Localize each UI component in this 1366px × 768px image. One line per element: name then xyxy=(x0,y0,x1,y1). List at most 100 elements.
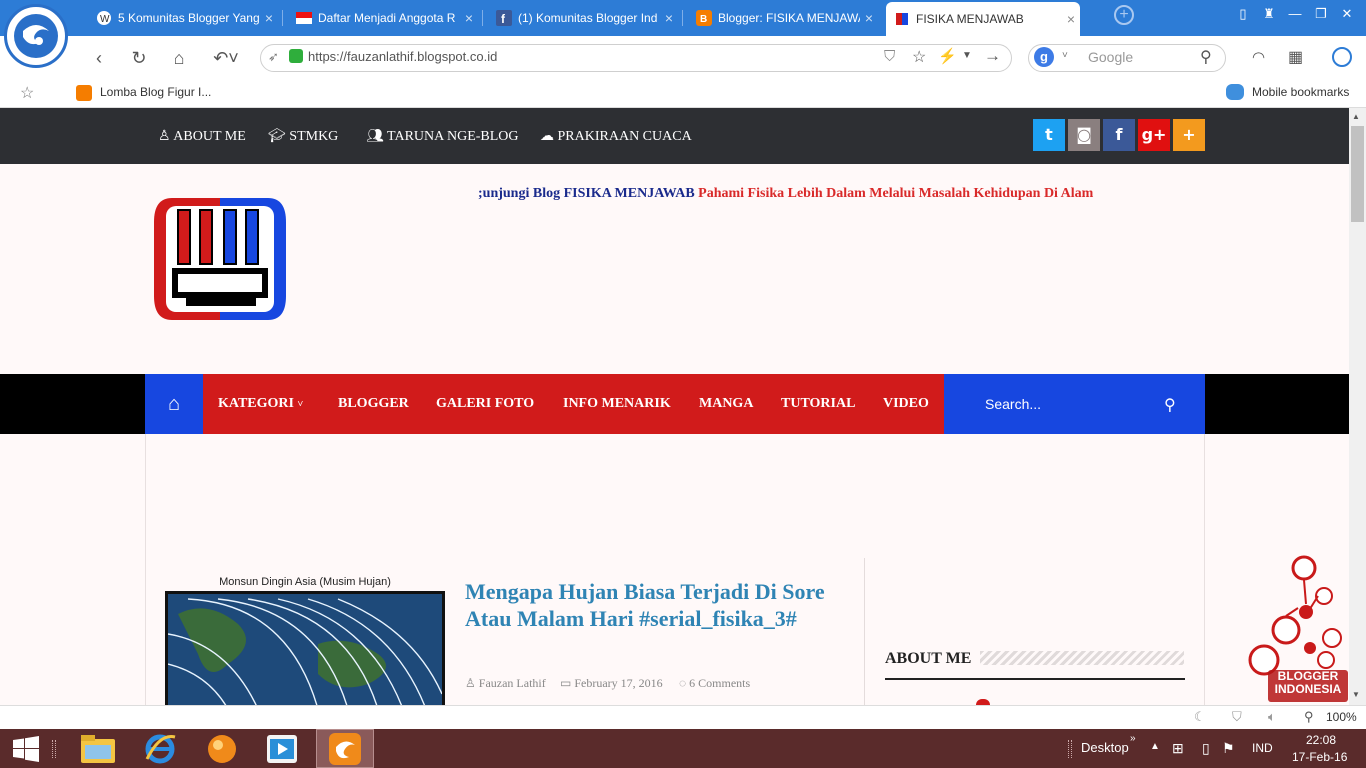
close-icon[interactable]: × xyxy=(860,10,878,26)
chevron-up-icon[interactable]: ▲ xyxy=(1150,741,1160,752)
close-icon[interactable]: × xyxy=(1062,11,1080,27)
maximize-button[interactable]: ❐ xyxy=(1310,6,1332,24)
uc-account-icon[interactable] xyxy=(1332,47,1352,67)
nav-prakiraan-cuaca[interactable]: ☁ PRAKIRAAN CUACA xyxy=(540,128,692,145)
wifi-icon[interactable]: ◠ xyxy=(1252,48,1265,66)
clock-date[interactable]: 17-Feb-16 xyxy=(1292,750,1347,764)
volume-icon[interactable]: 🔈︎ xyxy=(1268,709,1276,725)
lightning-icon[interactable]: ⚡ xyxy=(938,47,957,65)
mobile-bookmarks[interactable]: Mobile bookmarks xyxy=(1252,85,1349,99)
chevron-down-icon[interactable]: ˅ xyxy=(1062,50,1068,61)
tab-facebook[interactable]: f (1) Komunitas Blogger Ind × xyxy=(488,4,678,32)
media-player-icon[interactable] xyxy=(200,731,244,767)
shirt-icon[interactable]: ♜ xyxy=(1258,6,1280,24)
post-author[interactable]: ♙ Fauzan Lathif xyxy=(465,676,546,691)
instagram-icon[interactable]: ◙ xyxy=(1068,119,1100,151)
google-plus-icon[interactable]: g+ xyxy=(1138,119,1170,151)
battery-icon[interactable]: ▯ xyxy=(1202,740,1210,757)
facebook-icon: f xyxy=(496,10,512,26)
tab-title: Blogger: FISIKA MENJAWA xyxy=(718,11,860,25)
undo-button[interactable]: ↶˅ xyxy=(208,45,244,71)
minimize-button[interactable]: — xyxy=(1284,6,1306,24)
chevron-down-icon[interactable]: ▼ xyxy=(962,50,972,61)
nav-stmkg[interactable]: 🎓︎ STMKG xyxy=(268,128,338,145)
blogger-icon xyxy=(76,85,92,101)
nav-about-me[interactable]: ♙ ABOUT ME xyxy=(158,128,246,145)
bookmark-item[interactable]: Lomba Blog Figur I... xyxy=(100,85,211,99)
wordpress-icon: W xyxy=(96,10,112,26)
tab-wordpress[interactable]: W 5 Komunitas Blogger Yang × xyxy=(88,4,278,32)
heading-underline xyxy=(885,678,1185,680)
menu-blogger[interactable]: BLOGGER xyxy=(338,396,409,412)
lock-icon xyxy=(289,49,303,63)
nav-taruna-nge-blog[interactable]: 👥︎ TARUNA NGE-BLOG xyxy=(366,128,519,145)
badge-label: BLOGGER INDONESIA xyxy=(1274,669,1342,696)
rocket-icon: ➶ xyxy=(268,49,279,64)
search-icon[interactable]: ⚲ xyxy=(1200,47,1212,67)
site-search-input[interactable]: Search... xyxy=(985,396,1041,412)
sidebar-toggle-icon[interactable]: ▯ xyxy=(1232,6,1254,24)
file-explorer-icon[interactable] xyxy=(76,731,120,767)
scroll-up-icon[interactable]: ▲ xyxy=(1352,112,1360,121)
clock-time[interactable]: 22:08 xyxy=(1306,733,1336,747)
action-center-icon[interactable]: ⚑ xyxy=(1222,740,1235,757)
search-engine-input[interactable]: Google xyxy=(1088,49,1133,65)
url-text[interactable]: https://fauzanlathif.blogspot.co.id xyxy=(308,49,497,64)
apps-grid-icon[interactable]: ▦ xyxy=(1288,47,1303,67)
desktop-toolbar[interactable]: Desktop xyxy=(1081,740,1129,755)
close-icon[interactable]: × xyxy=(460,10,478,26)
video-player-icon[interactable] xyxy=(260,731,304,767)
new-tab-button[interactable]: + xyxy=(1114,5,1134,25)
back-button[interactable]: ‹ xyxy=(86,45,112,71)
internet-explorer-icon[interactable] xyxy=(138,731,182,767)
svg-text:B: B xyxy=(700,14,707,25)
sidebar-heading: ABOUT ME xyxy=(885,650,972,667)
tab-blogger[interactable]: B Blogger: FISIKA MENJAWA × xyxy=(688,4,878,32)
scrollbar-thumb[interactable] xyxy=(1351,126,1364,222)
windows-flag-icon[interactable]: ⊞ xyxy=(1172,740,1184,757)
adblock-icon[interactable]: ⛉ xyxy=(1232,709,1242,725)
plus-icon[interactable]: + xyxy=(1173,119,1205,151)
user-icon: ♙ xyxy=(465,676,476,690)
post-thumbnail[interactable] xyxy=(165,591,445,706)
search-icon[interactable]: ⚲ xyxy=(1164,395,1176,415)
scroll-down-icon[interactable]: ▼ xyxy=(1352,690,1360,699)
star-icon[interactable]: ☆ xyxy=(912,47,926,67)
calendar-icon: ▭ xyxy=(560,676,572,690)
close-icon[interactable]: × xyxy=(260,10,278,26)
toolbar-expand-icon[interactable]: » xyxy=(1130,733,1136,744)
menu-manga[interactable]: MANGA xyxy=(699,396,753,412)
menu-video[interactable]: VIDEO xyxy=(883,396,929,412)
home-icon[interactable]: ⌂ xyxy=(145,374,203,434)
tab-daftar[interactable]: Daftar Menjadi Anggota R × xyxy=(288,4,478,32)
tab-fisika-menjawab[interactable]: FISIKA MENJAWAB × xyxy=(886,2,1080,36)
post-comments[interactable]: ◌ 6 Comments xyxy=(679,676,750,691)
go-arrow-icon[interactable]: → xyxy=(984,46,1001,66)
close-icon[interactable]: × xyxy=(660,10,678,26)
column-divider xyxy=(864,558,865,705)
tab-title: FISIKA MENJAWAB xyxy=(916,12,1024,26)
menu-kategori[interactable]: KATEGORI ˅ xyxy=(218,396,303,412)
cloud-icon: ☁ xyxy=(540,129,554,144)
site-logo[interactable] xyxy=(152,196,288,322)
uc-browser-logo[interactable] xyxy=(4,4,68,68)
close-window-button[interactable]: ✕ xyxy=(1336,6,1358,24)
uc-browser-icon[interactable] xyxy=(323,731,367,767)
menu-tutorial[interactable]: TUTORIAL xyxy=(781,396,855,412)
reload-button[interactable]: ↻ xyxy=(126,45,152,71)
menu-galeri-foto[interactable]: GALERI FOTO xyxy=(436,396,534,412)
star-icon[interactable]: ☆ xyxy=(20,83,34,103)
night-mode-icon[interactable]: ☾ xyxy=(1194,709,1206,725)
input-language[interactable]: IND xyxy=(1252,741,1273,755)
home-button[interactable]: ⌂ xyxy=(166,45,192,71)
zoom-level[interactable]: 100% xyxy=(1326,710,1357,724)
zoom-icon[interactable]: ⚲ xyxy=(1304,709,1314,725)
indonesia-flag-icon xyxy=(296,10,312,26)
google-icon[interactable]: g xyxy=(1034,47,1054,67)
facebook-icon[interactable]: f xyxy=(1103,119,1135,151)
menu-info-menarik[interactable]: INFO MENARIK xyxy=(563,396,671,412)
windows-start-icon[interactable] xyxy=(4,731,48,767)
shield-icon[interactable]: ⛉ xyxy=(884,48,895,65)
post-title[interactable]: Mengapa Hujan Biasa Terjadi Di Sore Atau… xyxy=(465,578,845,632)
twitter-icon[interactable]: t xyxy=(1033,119,1065,151)
